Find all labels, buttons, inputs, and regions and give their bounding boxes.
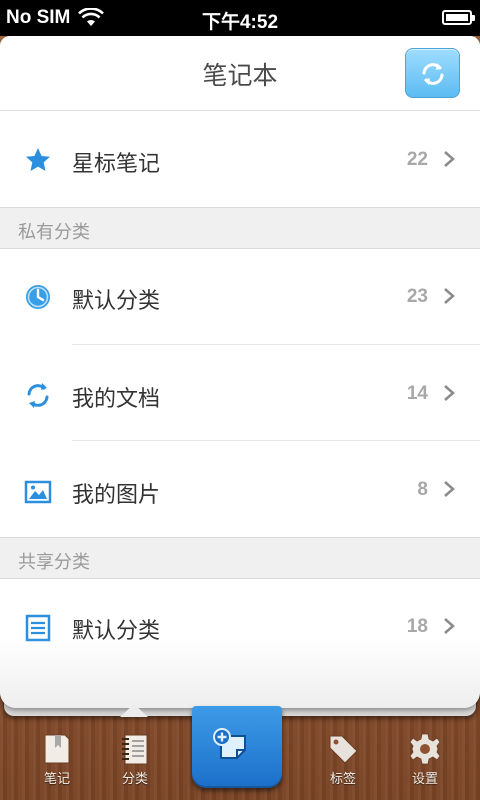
notebook-sheet: 笔记本 星标笔记 22 私有分类 默认分类 23 我的文档 14 我的图片 8 … <box>0 36 480 708</box>
category-label: 默认分类 <box>72 289 161 314</box>
tab-label: 设置 <box>411 772 438 787</box>
section-header-shared: 共享分类 <box>0 537 480 579</box>
category-label: 默认分类 <box>72 619 161 644</box>
section-header-private: 私有分类 <box>0 207 480 249</box>
chevron-right-icon <box>444 288 455 304</box>
list-document-icon <box>25 614 51 642</box>
status-time: 下午4:52 <box>201 12 279 33</box>
tag-icon <box>329 735 358 764</box>
notebook-icon <box>44 734 70 764</box>
section-header-private-label: 私有分类 <box>18 222 90 243</box>
chevron-right-icon <box>444 151 455 167</box>
chevron-right-icon <box>444 618 455 634</box>
chevron-right-icon <box>444 481 455 497</box>
category-label: 我的图片 <box>72 483 161 508</box>
tab-label: 标签 <box>329 772 356 787</box>
clock-icon <box>26 285 50 309</box>
status-bar: No SIM 下午4:52 <box>0 0 480 36</box>
starred-notes-label: 星标笔记 <box>72 152 161 177</box>
section-header-shared-label: 共享分类 <box>18 552 90 573</box>
shared-category-row-default[interactable]: 默认分类 18 <box>0 579 480 675</box>
tab-categories[interactable]: 分类 <box>100 726 170 800</box>
battery-icon <box>442 10 475 25</box>
tab-tags[interactable]: 标签 <box>308 726 378 800</box>
tab-settings[interactable]: 设置 <box>390 726 460 800</box>
category-count: 14 <box>406 383 428 404</box>
compose-note-button[interactable] <box>192 706 282 788</box>
category-count: 8 <box>417 479 428 500</box>
category-row-images[interactable]: 我的图片 8 <box>0 441 480 537</box>
navigation-bar: 笔记本 <box>0 36 480 111</box>
category-row-documents[interactable]: 我的文档 14 <box>0 345 480 441</box>
starred-notes-count: 22 <box>406 149 428 170</box>
compose-note-icon <box>213 728 246 759</box>
spiral-notebook-icon <box>122 734 148 765</box>
tab-label: 分类 <box>121 772 148 787</box>
tab-notes[interactable]: 笔记 <box>22 726 92 800</box>
category-label: 我的文档 <box>72 387 161 412</box>
category-count: 18 <box>406 616 428 637</box>
category-count: 23 <box>406 286 428 307</box>
sync-document-icon <box>27 383 49 408</box>
starred-notes-row[interactable]: 星标笔记 22 <box>0 112 480 207</box>
sync-icon <box>422 63 444 85</box>
chevron-right-icon <box>444 385 455 401</box>
category-row-default[interactable]: 默认分类 23 <box>0 249 480 345</box>
star-icon <box>26 148 50 171</box>
sync-button[interactable] <box>405 48 460 98</box>
image-icon <box>24 480 52 504</box>
gear-icon <box>409 733 441 765</box>
tab-label: 笔记 <box>43 772 70 787</box>
